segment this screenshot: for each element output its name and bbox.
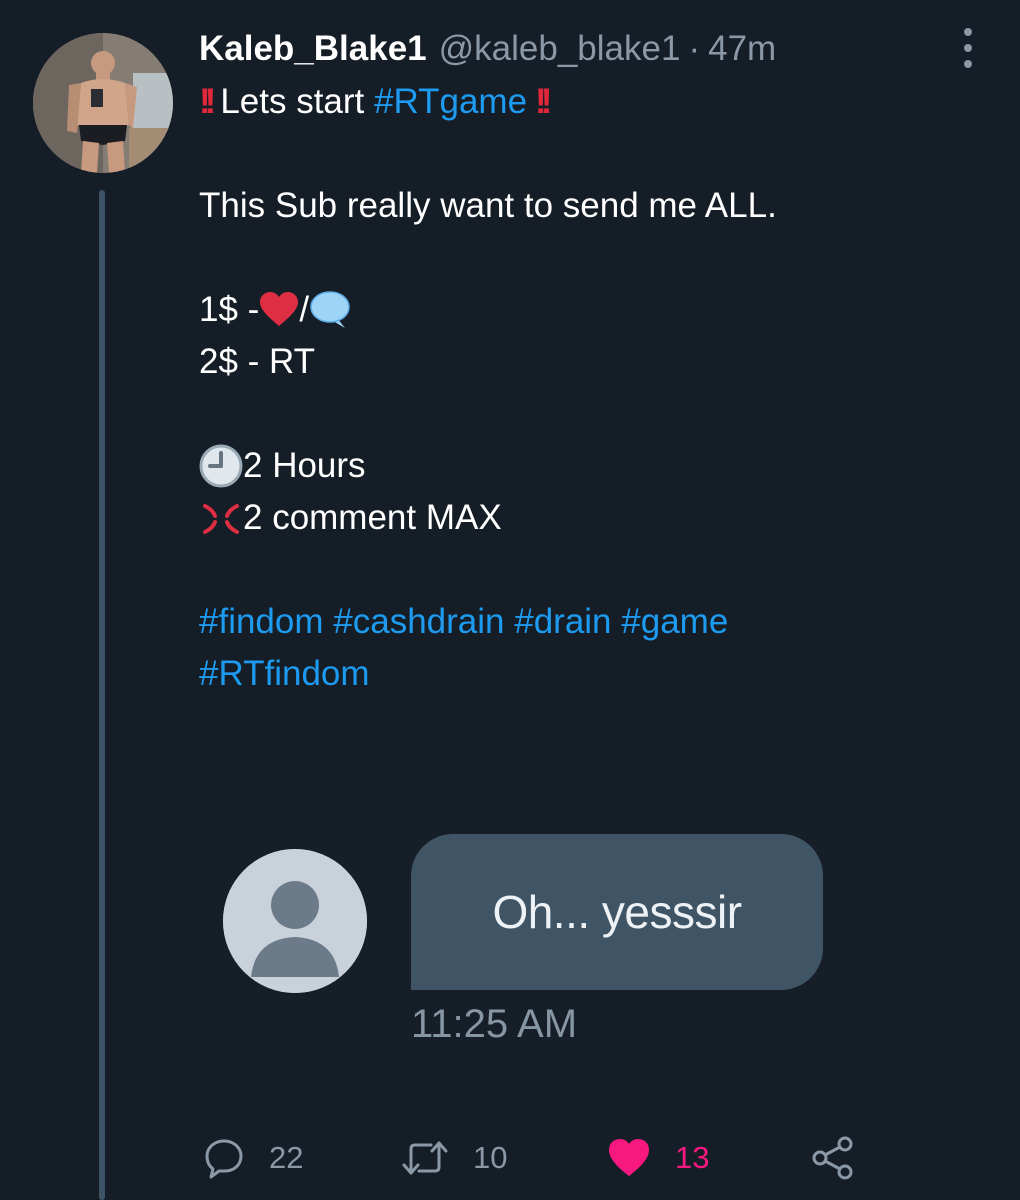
more-vertical-icon[interactable]: [955, 28, 981, 68]
media-attachment[interactable]: Oh... yesssir 11:25 AM: [199, 713, 989, 1105]
hashtag-link[interactable]: #game: [621, 596, 728, 648]
message-text: Oh... yesssir: [492, 886, 742, 938]
retweet-count: 10: [473, 1140, 508, 1175]
hashtag-row-one: #findom #cashdrain #drain #game: [199, 596, 979, 648]
double-exclamation-icon: !!: [199, 82, 216, 121]
default-user-icon: [223, 849, 367, 993]
sub-line: This Sub really want to send me ALL.: [199, 186, 777, 225]
tweet-view: Kaleb_Blake1 @kaleb_blake1 · 47m !! Lets…: [0, 0, 1020, 1200]
like-count: 13: [675, 1140, 710, 1175]
share-button[interactable]: [811, 1133, 855, 1183]
duration-line: 2 Hours: [199, 440, 979, 492]
reply-icon: [205, 1139, 243, 1179]
intro-line: !! Lets start #RTgame !!: [199, 76, 979, 128]
comment-limit-line: 2 comment MAX: [199, 492, 979, 544]
tweet-timestamp[interactable]: 47m: [708, 26, 776, 72]
thread-connector-line: [99, 190, 105, 1200]
reply-button[interactable]: 22: [203, 1133, 303, 1183]
hashtag-link[interactable]: #findom: [199, 596, 324, 648]
header-separator: ·: [688, 29, 701, 68]
retweet-button[interactable]: 10: [401, 1133, 507, 1183]
speech-balloon-icon: [310, 291, 350, 328]
tweet-header: Kaleb_Blake1 @kaleb_blake1 · 47m: [199, 26, 776, 72]
profile-photo-icon: [33, 33, 173, 173]
author-handle[interactable]: @kaleb_blake1: [439, 26, 681, 72]
double-exclamation-icon: !!: [535, 82, 552, 121]
comment-limit-text: 2 comment MAX: [243, 498, 502, 537]
share-icon: [812, 1136, 853, 1180]
duration-text: 2 Hours: [243, 446, 366, 485]
clock-icon: [199, 444, 243, 488]
author-avatar[interactable]: [33, 33, 173, 173]
author-name[interactable]: Kaleb_Blake1: [199, 26, 427, 72]
price-one-separator: /: [299, 290, 310, 329]
hashtag-rtgame[interactable]: #RTgame: [374, 76, 527, 128]
hashtag-row-two: #RTfindom: [199, 648, 979, 700]
hashtag-link[interactable]: #cashdrain: [333, 596, 504, 648]
message-time: 11:25 AM: [411, 1002, 578, 1046]
like-button[interactable]: 13: [607, 1133, 709, 1183]
message-bubble: Oh... yesssir: [411, 834, 823, 990]
price-line-two: 2$ - RT: [199, 342, 316, 381]
hashtag-link[interactable]: #drain: [514, 596, 611, 648]
reply-count: 22: [269, 1140, 304, 1175]
price-one-text: 1$ -: [199, 290, 260, 329]
hashtag-link[interactable]: #RTfindom: [199, 648, 370, 700]
price-line-one: 1$ - /: [199, 284, 979, 336]
red-heart-icon: [260, 292, 299, 326]
tweet-actions: 22 10 13: [199, 1133, 899, 1183]
tweet-body: !! Lets start #RTgame !! This Sub really…: [199, 76, 979, 700]
intro-text: Lets start: [220, 82, 365, 121]
heart-icon: [609, 1139, 649, 1176]
anger-symbol-icon: [203, 504, 239, 534]
retweet-icon: [402, 1141, 448, 1175]
